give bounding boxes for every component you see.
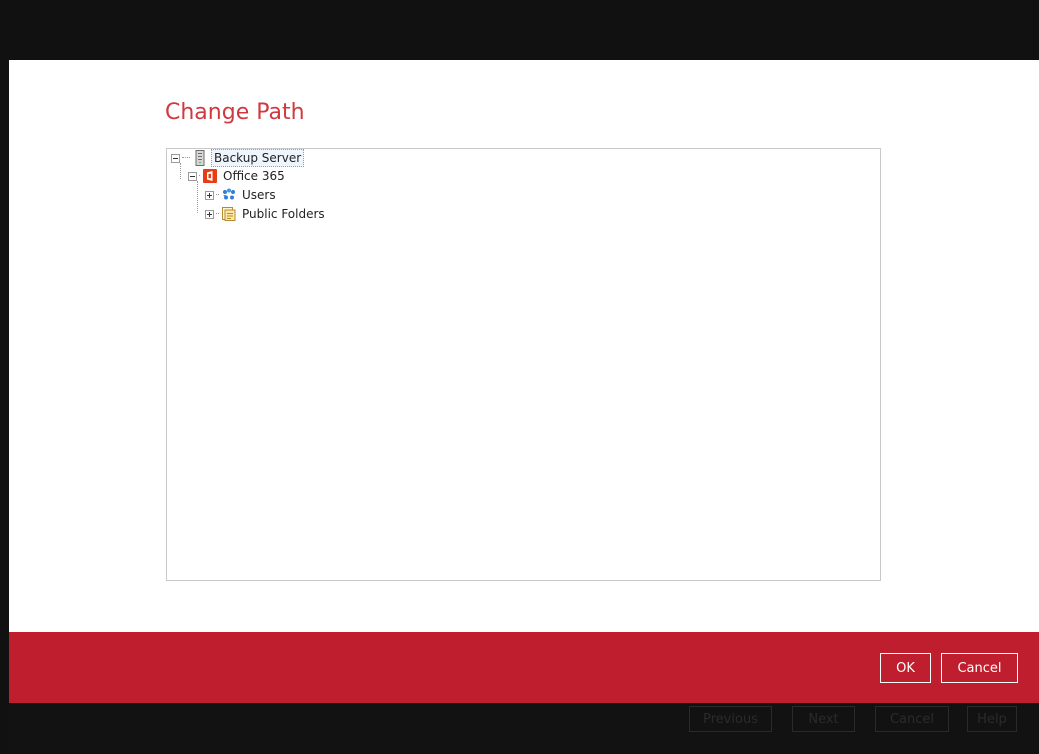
tree-dotted-connector bbox=[216, 213, 219, 215]
tree-dotted-connector bbox=[199, 175, 200, 177]
top-header-bar bbox=[9, 9, 1039, 60]
users-icon bbox=[221, 187, 237, 203]
expand-toggle-icon[interactable] bbox=[205, 209, 214, 219]
cancel-button[interactable]: Cancel bbox=[941, 653, 1018, 683]
tree-dotted-connector bbox=[182, 157, 190, 159]
help-button[interactable]: Help bbox=[967, 706, 1017, 732]
next-button[interactable]: Next bbox=[792, 706, 855, 732]
folder-tree-panel[interactable]: Backup Server Office 365 Users Public Fo… bbox=[166, 148, 881, 581]
dialog-action-bar: OK Cancel bbox=[9, 632, 1039, 703]
dialog-title: Change Path bbox=[165, 100, 305, 125]
wizard-footer-bar: Previous Next Cancel Help bbox=[9, 703, 1039, 754]
tree-connector-line bbox=[197, 181, 198, 213]
tree-item-users[interactable]: Users bbox=[205, 186, 278, 204]
collapse-toggle-icon[interactable] bbox=[188, 171, 197, 181]
office365-icon bbox=[202, 168, 218, 184]
collapse-toggle-icon[interactable] bbox=[171, 153, 180, 163]
tree-item-label: Backup Server bbox=[211, 149, 305, 167]
tree-item-label: Users bbox=[242, 188, 276, 202]
wizard-cancel-button[interactable]: Cancel bbox=[875, 706, 949, 732]
tree-item-backup-server[interactable]: Backup Server bbox=[171, 149, 305, 167]
previous-button[interactable]: Previous bbox=[689, 706, 772, 732]
tree-item-public-folders[interactable]: Public Folders bbox=[205, 205, 327, 223]
public-folders-icon bbox=[221, 206, 237, 222]
tree-item-label: Office 365 bbox=[223, 169, 285, 183]
tree-item-office-365[interactable]: Office 365 bbox=[188, 167, 287, 185]
tree-dotted-connector bbox=[216, 194, 219, 196]
ok-button[interactable]: OK bbox=[880, 653, 931, 683]
tree-item-label: Public Folders bbox=[242, 207, 325, 221]
server-icon bbox=[192, 150, 208, 166]
change-path-dialog: Change Path Backup Server Office 365 Use… bbox=[9, 60, 1039, 632]
expand-toggle-icon[interactable] bbox=[205, 190, 214, 200]
